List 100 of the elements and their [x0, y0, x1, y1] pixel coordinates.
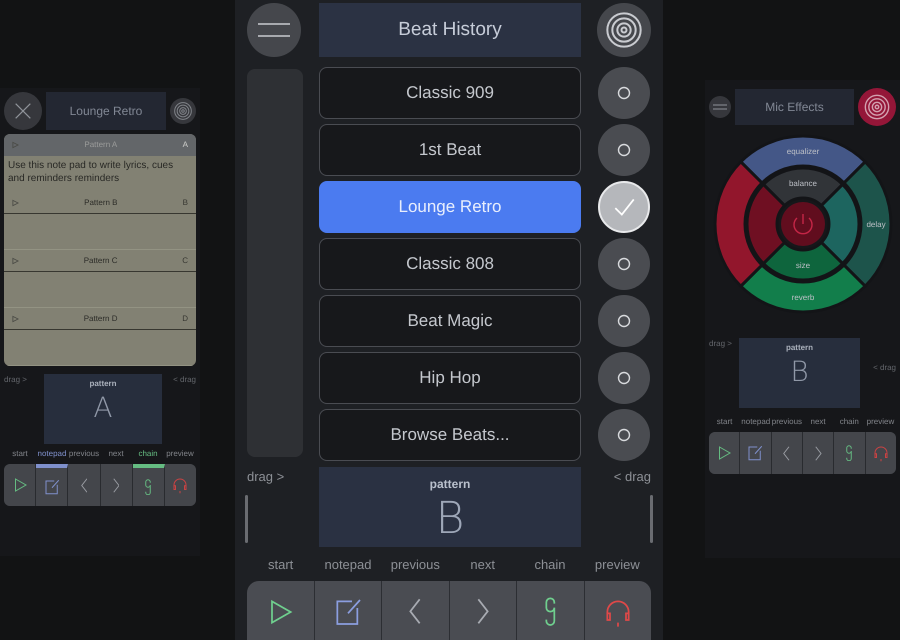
pattern-row[interactable]: Pattern C C	[4, 250, 196, 272]
chain-icon	[846, 444, 852, 462]
toolbar-button[interactable]	[247, 580, 314, 640]
play-icon	[12, 141, 19, 149]
pattern-label: pattern	[89, 378, 117, 390]
beat-item[interactable]: Classic 808	[319, 238, 581, 290]
notepad-icon	[42, 478, 61, 496]
toolbar-button[interactable]	[164, 464, 196, 506]
toolbar-label: chain	[137, 448, 159, 460]
drag-handle[interactable]	[650, 494, 653, 542]
pattern-row[interactable]: Pattern D D	[4, 308, 196, 330]
pattern-name: Pattern B	[83, 196, 118, 208]
toolbar-label: chain	[533, 556, 567, 574]
segment-label: equalizer	[786, 147, 819, 156]
menu-icon	[713, 103, 727, 111]
toolbar-button[interactable]	[740, 432, 772, 474]
toolbar-label: previous	[68, 448, 100, 460]
radio-button[interactable]	[598, 67, 650, 119]
pattern-name: Pattern C	[82, 254, 118, 266]
play-icon	[12, 314, 19, 322]
chevron-right-icon	[112, 478, 120, 492]
radio-button[interactable]	[598, 124, 650, 176]
play-icon	[12, 256, 19, 264]
radio-button[interactable]	[598, 409, 650, 461]
pattern-name: Pattern D	[82, 312, 118, 324]
chain-icon	[544, 596, 556, 626]
pattern-row[interactable]: Pattern B B	[4, 192, 196, 214]
segment-label: reverb	[791, 293, 814, 302]
beat-item[interactable]: Browse Beats...	[319, 409, 581, 461]
pattern-letter: B	[182, 196, 188, 208]
radio-button[interactable]	[598, 238, 650, 290]
drag-hint: < drag	[872, 362, 896, 374]
chevron-left-icon	[409, 598, 422, 625]
pattern-letter: B	[436, 497, 464, 541]
radio-button[interactable]	[598, 352, 650, 404]
drag-hint: < drag	[172, 374, 196, 386]
close-button[interactable]	[4, 92, 42, 130]
play-icon	[12, 198, 19, 206]
toolbar-button[interactable]	[584, 580, 651, 640]
segment-label: delay	[866, 220, 886, 229]
drag-hint: drag >	[4, 374, 28, 386]
chevron-left-icon	[783, 446, 790, 460]
radio-button[interactable]	[598, 295, 650, 347]
drag-hint: drag >	[247, 468, 286, 486]
toolbar-button[interactable]	[314, 580, 382, 640]
toolbar-button[interactable]	[866, 432, 896, 474]
drag-handle[interactable]	[245, 494, 248, 542]
pattern-letter: C	[182, 254, 188, 266]
toolbar-label: previous	[390, 556, 441, 574]
note-text: Use this note pad to write lyrics, cues and reminders reminders	[7, 159, 174, 186]
toolbar-label: notepad	[740, 416, 772, 428]
drag-hint: drag >	[709, 338, 733, 350]
circle-icon	[617, 86, 631, 100]
circle-icon	[617, 428, 631, 442]
drag-hint: < drag	[614, 468, 651, 486]
toolbar-button[interactable]	[36, 464, 68, 506]
pattern-letter: D	[182, 312, 188, 324]
pattern-letter: A	[93, 394, 113, 422]
screen-title: Beat History	[319, 3, 581, 57]
beat-item[interactable]: Beat Magic	[319, 295, 581, 347]
toolbar-label: chain	[838, 416, 860, 428]
beat-item[interactable]: 1st Beat	[319, 124, 581, 176]
chevron-right-icon	[814, 446, 822, 460]
headphones-icon	[171, 476, 190, 494]
notepad-icon	[746, 444, 764, 462]
toolbar-label: previous	[771, 416, 803, 428]
toolbar-label: next	[469, 556, 496, 574]
chain-icon	[145, 478, 152, 496]
toolbar-label: preview	[165, 448, 195, 460]
toolbar-label: start	[716, 416, 734, 428]
pattern-label: pattern	[430, 476, 470, 493]
panel-title: Mic Effects	[735, 89, 854, 125]
circle-icon	[617, 143, 631, 157]
toolbar-button[interactable]	[517, 580, 584, 640]
radio-button[interactable]	[598, 181, 650, 233]
circle-icon	[617, 314, 631, 328]
chevron-left-icon	[80, 478, 88, 492]
headphones-icon	[872, 444, 890, 462]
toolbar-label: notepad	[323, 556, 372, 574]
pattern-letter: A	[182, 139, 188, 151]
toolbar-button[interactable]	[4, 464, 36, 506]
beat-item[interactable]: Classic 909	[319, 67, 581, 119]
toolbar-label: preview	[594, 556, 641, 574]
power-button[interactable]	[780, 202, 824, 246]
toolbar-button[interactable]	[834, 432, 866, 474]
circle-icon	[617, 371, 631, 385]
chevron-right-icon	[476, 598, 489, 625]
concentric-rings-icon	[604, 10, 644, 50]
circle-icon	[617, 257, 631, 271]
panel-title: Lounge Retro	[46, 92, 166, 130]
menu-button[interactable]	[247, 3, 301, 57]
concentric-rings-icon	[863, 93, 891, 121]
segment-label: size	[795, 261, 810, 270]
toolbar-label: next	[107, 448, 125, 460]
segment-label: balance	[788, 179, 817, 188]
pattern-letter: B	[790, 358, 809, 386]
toolbar-label: next	[810, 416, 827, 428]
menu-button[interactable]	[709, 96, 731, 118]
toolbar-button[interactable]	[709, 432, 740, 474]
beat-item[interactable]: Hip Hop	[319, 352, 581, 404]
